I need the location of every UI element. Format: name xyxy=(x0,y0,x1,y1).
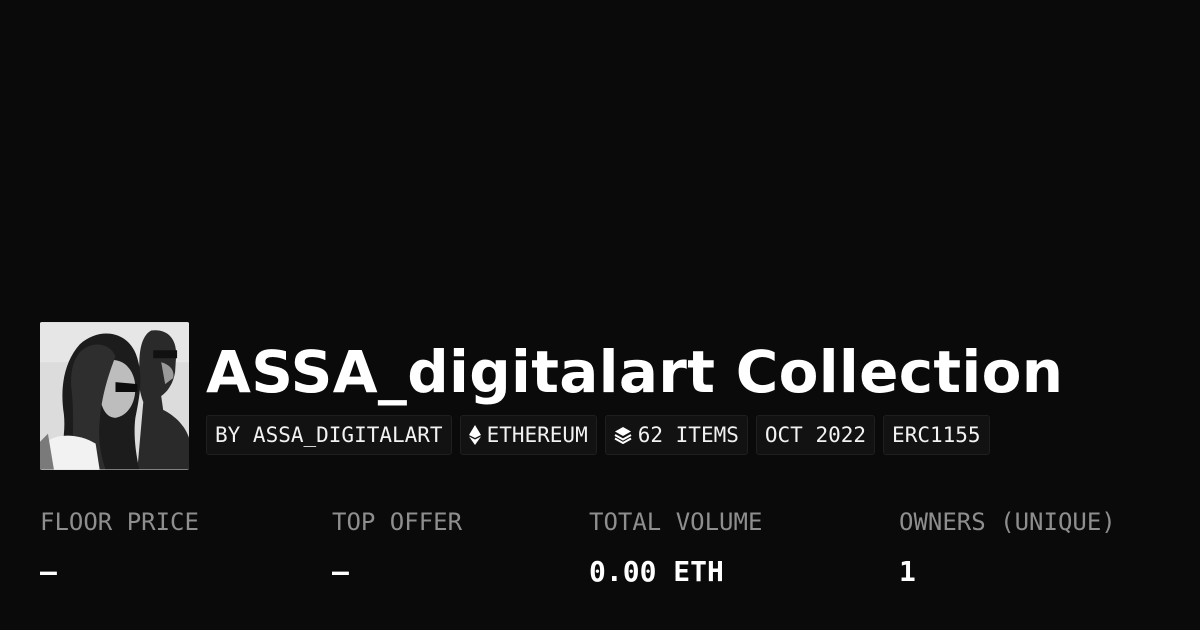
top-offer-value: – xyxy=(332,555,349,588)
owners-stat: OWNERS (UNIQUE) 1 xyxy=(899,504,1116,590)
date-label: OCT 2022 xyxy=(764,423,867,447)
floor-price-label: FLOOR PRICE xyxy=(40,508,199,536)
layers-icon xyxy=(614,427,632,444)
items-badge[interactable]: 62 ITEMS xyxy=(604,415,748,455)
creator-badge[interactable]: BY ASSA_DIGITALART xyxy=(206,415,452,455)
collection-title: ASSA_digitalart Collection xyxy=(206,338,1064,406)
collection-avatar xyxy=(40,322,189,470)
creator-label: BY ASSA_DIGITALART xyxy=(215,423,443,447)
date-badge: OCT 2022 xyxy=(755,415,876,455)
chain-badge[interactable]: ETHEREUM xyxy=(459,415,597,455)
items-label: 62 ITEMS xyxy=(637,423,739,447)
collection-badges: BY ASSA_DIGITALART ETHEREUM 62 ITEMS OCT… xyxy=(206,415,990,455)
chain-label: ETHEREUM xyxy=(486,423,588,447)
standard-label: ERC1155 xyxy=(892,423,981,447)
standard-badge: ERC1155 xyxy=(883,415,990,455)
ethereum-icon xyxy=(468,425,481,445)
owners-label: OWNERS (UNIQUE) xyxy=(899,508,1116,536)
top-offer-stat: TOP OFFER – xyxy=(332,504,462,590)
total-volume-label: TOTAL VOLUME xyxy=(589,508,763,536)
total-volume-value: 0.00 ETH xyxy=(589,555,724,588)
total-volume-stat: TOTAL VOLUME 0.00 ETH xyxy=(589,504,762,590)
portrait-image xyxy=(40,322,189,470)
floor-price-value: – xyxy=(40,555,57,588)
floor-price-stat: FLOOR PRICE – xyxy=(40,504,199,590)
owners-value: 1 xyxy=(899,555,916,588)
top-offer-label: TOP OFFER xyxy=(332,508,463,536)
